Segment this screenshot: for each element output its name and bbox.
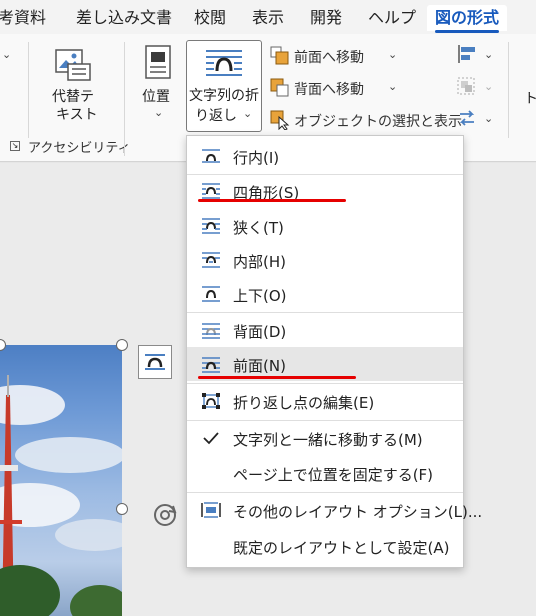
photo-content (0, 375, 122, 616)
selection-pane-icon (270, 110, 290, 130)
chevron-down-icon[interactable]: ⌄ (2, 48, 11, 61)
menu-item-label: ページ上で位置を固定する(F) (233, 466, 434, 484)
tab-picture-format[interactable]: 図の形式 (427, 5, 508, 33)
group-launcher-icon[interactable]: ↘ (10, 141, 20, 151)
tight-wrap-icon (202, 218, 220, 234)
menu-item-fix-position[interactable]: ページ上で位置を固定する(F) (187, 456, 463, 490)
selection-pane-button[interactable]: オブジェクトの選択と表示 (268, 108, 462, 132)
tokyo-tower-photo[interactable] (0, 345, 122, 616)
tab-references[interactable]: 考資料 (0, 5, 46, 31)
chevron-down-icon: ⌄ (243, 107, 253, 120)
tab-review[interactable]: 校閲 (194, 5, 226, 31)
position-button[interactable]: 位置 ⌄ (136, 42, 182, 126)
bring-forward-label: 前面へ移動 (294, 50, 364, 66)
menu-item-set-as-default[interactable]: 既定のレイアウトとして設定(A) (187, 529, 463, 563)
group-label-accessibility: アクセシビリティ (28, 141, 131, 156)
tab-help[interactable]: ヘルプ (368, 5, 416, 31)
menu-item-top-bottom[interactable]: 上下(O) (187, 277, 463, 311)
annotation-underline (198, 199, 346, 202)
menu-item-more-layout-options[interactable]: その他のレイアウト オプション(L)... (187, 493, 482, 527)
menu-item-inline[interactable]: 行内(I) (187, 139, 463, 173)
menu-item-behind-text[interactable]: 背面(D) (187, 313, 463, 347)
group-separator (28, 42, 29, 138)
menu-item-label: 文字列と一緒に移動する(M) (233, 431, 423, 449)
wrap-text-icon (206, 50, 242, 76)
menu-item-label: 内部(H) (233, 253, 286, 271)
send-backward-button[interactable]: 背面へ移動 ⌄ (268, 76, 408, 100)
edit-wrap-points-icon (202, 393, 220, 409)
alt-text-label-line1: 代替テ (52, 89, 94, 105)
tab-view[interactable]: 表示 (252, 5, 284, 31)
send-backward-icon (270, 78, 289, 97)
menu-item-through[interactable]: 内部(H) (187, 243, 463, 277)
position-label: 位置 (142, 89, 170, 105)
in-front-text-icon (202, 357, 220, 373)
menu-item-label: 上下(O) (233, 287, 287, 305)
align-icon[interactable] (456, 44, 478, 64)
alt-text-button[interactable]: 代替テ キスト (44, 42, 106, 126)
annotation-underline (198, 376, 356, 379)
alt-text-label-line2: キスト (56, 107, 98, 123)
menu-item-label: 背面(D) (233, 323, 287, 341)
menu-item-edit-wrap-points[interactable]: 折り返し点の編集(E) (187, 384, 463, 418)
ribbon-tab-bar: 考資料 差し込み文書 校閲 表示 開発 ヘルプ 図の形式 (0, 0, 536, 34)
wrap-text-label-line2: り返し (195, 108, 237, 124)
menu-item-square[interactable]: 四角形(S) (187, 174, 463, 208)
menu-item-label: 既定のレイアウトとして設定(A) (233, 539, 450, 557)
checkmark-icon (203, 432, 219, 445)
resize-handle[interactable] (116, 503, 128, 515)
chevron-down-icon: ⌄ (154, 106, 164, 119)
through-wrap-icon (202, 252, 220, 268)
layout-options-button[interactable] (138, 345, 172, 379)
chevron-down-icon[interactable]: ⌄ (484, 112, 493, 125)
rotate-handle-icon[interactable] (150, 500, 180, 530)
behind-text-icon (202, 323, 220, 339)
group-objects-icon[interactable] (456, 76, 478, 96)
menu-item-label: 折り返し点の編集(E) (233, 394, 375, 412)
square-wrap-icon (202, 183, 220, 199)
group-separator (124, 42, 125, 138)
chevron-down-icon[interactable]: ⌄ (484, 48, 493, 61)
wrap-text-label-line1: 文字列の折 (189, 88, 259, 104)
menu-item-label: 行内(I) (233, 149, 280, 167)
menu-item-move-with-text[interactable]: 文字列と一緒に移動する(M) (187, 421, 463, 455)
menu-item-label: 狭く(T) (233, 219, 284, 237)
chevron-down-icon[interactable]: ⌄ (484, 80, 493, 93)
menu-item-tight[interactable]: 狭く(T) (187, 209, 463, 243)
resize-handle[interactable] (116, 339, 128, 351)
menu-item-label: 前面(N) (233, 357, 286, 375)
alt-text-icon (55, 49, 91, 81)
rotate-icon[interactable] (456, 108, 478, 128)
bring-forward-button[interactable]: 前面へ移動 ⌄ (268, 44, 408, 68)
chevron-down-icon: ⌄ (388, 80, 398, 93)
send-backward-label: 背面へ移動 (294, 82, 364, 98)
group-separator (124, 138, 125, 156)
cut-off-ribbon-label: ト (524, 91, 536, 107)
inline-wrap-icon (202, 149, 220, 163)
bring-forward-icon (270, 46, 289, 65)
selection-pane-label: オブジェクトの選択と表示 (294, 114, 462, 130)
top-bottom-wrap-icon (202, 286, 220, 302)
wrap-text-button[interactable]: 文字列の折 り返し ⌄ (186, 40, 262, 132)
chevron-down-icon: ⌄ (388, 48, 398, 61)
layout-options-icon (201, 502, 221, 518)
tab-developer[interactable]: 開発 (310, 5, 342, 31)
layout-options-icon (145, 354, 165, 370)
menu-item-label: その他のレイアウト オプション(L)... (233, 503, 483, 521)
position-icon (145, 45, 171, 79)
group-separator (508, 42, 509, 138)
tab-mailings[interactable]: 差し込み文書 (76, 5, 172, 31)
